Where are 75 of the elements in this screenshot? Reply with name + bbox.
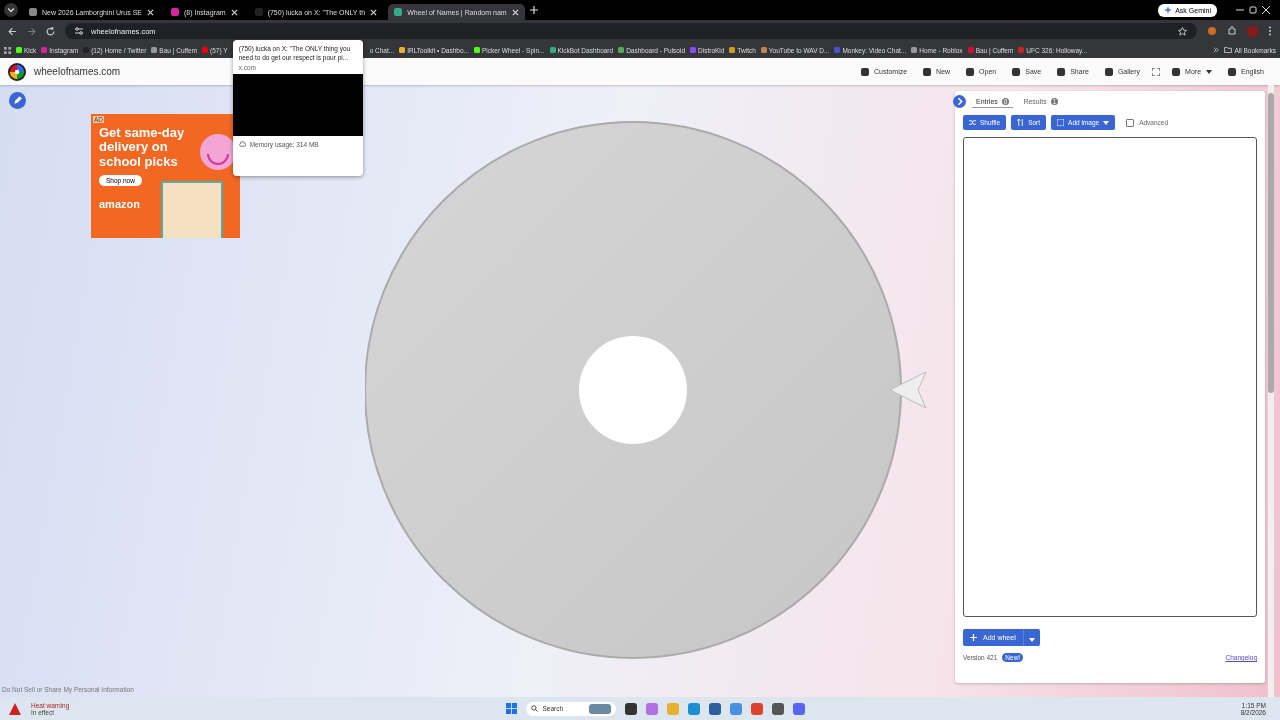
star-icon[interactable] — [1178, 26, 1187, 36]
start-icon[interactable] — [505, 703, 517, 714]
favicon-icon — [1018, 47, 1025, 53]
minimize-icon[interactable] — [1236, 6, 1244, 14]
site-name[interactable]: wheelofnames.com — [34, 66, 121, 77]
landscape-icon — [588, 703, 611, 714]
back-icon[interactable] — [8, 26, 17, 36]
toolbar-icon — [1104, 67, 1113, 76]
ad-headline: Get same-day delivery on school picks — [99, 126, 186, 169]
toolbar-icon — [861, 67, 869, 76]
folder-icon — [1224, 47, 1233, 53]
toolbar-icon — [1228, 67, 1237, 76]
favicon-icon — [151, 47, 158, 53]
close-icon[interactable] — [370, 8, 378, 16]
favicon-icon — [834, 47, 841, 53]
reload-icon[interactable] — [46, 26, 55, 36]
memory-icon — [238, 141, 246, 148]
toolbar-icon — [1012, 67, 1021, 76]
favicon-icon — [202, 47, 209, 53]
favicon-icon — [394, 8, 403, 16]
app-icon[interactable] — [708, 702, 721, 715]
plus-icon — [970, 634, 977, 641]
caret-icon — [1028, 638, 1035, 642]
close-window-icon[interactable] — [1262, 6, 1270, 14]
entries-field[interactable] — [963, 137, 1257, 617]
favicon-icon — [549, 47, 556, 53]
favicon-icon — [83, 47, 90, 53]
close-icon[interactable] — [147, 8, 154, 16]
favicon-icon — [760, 47, 767, 53]
button-icon — [1017, 119, 1025, 126]
search-icon — [530, 705, 538, 712]
button-icon — [969, 119, 976, 126]
favicon-icon — [690, 47, 697, 53]
caret-icon — [1206, 69, 1213, 74]
fullscreen-icon[interactable] — [1152, 67, 1161, 76]
toolbar-icon — [966, 67, 975, 76]
favicon-icon — [729, 47, 736, 53]
scrollbar-thumb[interactable] — [1268, 93, 1274, 393]
close-icon[interactable] — [230, 8, 238, 16]
forward-icon[interactable] — [27, 26, 36, 36]
favicon-icon — [618, 47, 625, 53]
advanced-checkbox[interactable] — [1126, 118, 1135, 127]
app-icon[interactable] — [624, 702, 637, 715]
smiley-icon — [200, 134, 236, 170]
apps-grid-icon[interactable] — [4, 46, 11, 54]
collapse-icon[interactable] — [953, 95, 966, 108]
favicon-icon — [171, 8, 179, 16]
edit-icon[interactable] — [9, 92, 26, 109]
toolbar-icon — [1057, 67, 1066, 76]
caret-icon — [1103, 120, 1110, 125]
toolbar-icon — [1172, 67, 1181, 76]
favicon-icon — [474, 47, 480, 53]
notebook-picture — [161, 181, 223, 238]
favicon-icon — [911, 47, 918, 53]
menu-icon[interactable] — [1268, 26, 1272, 36]
favicon-icon — [967, 47, 974, 53]
favicon-icon — [16, 47, 22, 53]
button-icon — [1057, 119, 1065, 126]
site-info-icon[interactable] — [75, 27, 83, 35]
ad-brand: amazon — [99, 197, 141, 210]
close-icon[interactable] — [511, 8, 519, 16]
new-tab-icon[interactable] — [529, 6, 538, 14]
favicon-icon — [41, 47, 48, 53]
favicon-icon — [254, 8, 263, 16]
sparkle-icon — [1164, 6, 1173, 14]
favicon-icon — [399, 47, 406, 53]
favicon-icon — [29, 8, 37, 16]
app-icon[interactable] — [771, 702, 784, 715]
logo-icon — [8, 62, 26, 81]
chevron-icon[interactable] — [1213, 47, 1220, 53]
toolbar-icon — [923, 67, 932, 76]
warning-icon — [8, 701, 22, 716]
tab-search-icon[interactable] — [4, 3, 18, 17]
extension-icon[interactable] — [1207, 26, 1217, 36]
restore-icon[interactable] — [1249, 6, 1257, 14]
